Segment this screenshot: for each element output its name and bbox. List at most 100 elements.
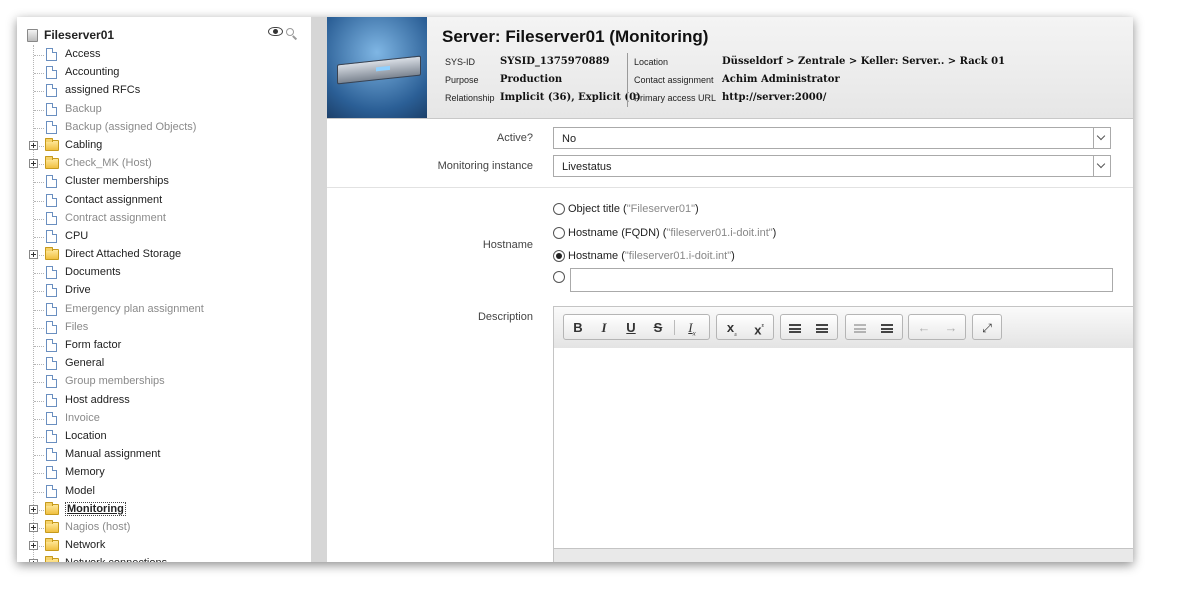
tree-item-label[interactable]: Location [65, 430, 107, 442]
folder-icon [45, 247, 59, 261]
eye-icon[interactable] [268, 27, 283, 36]
active-select[interactable]: No [553, 127, 1111, 149]
tree-item[interactable]: Contract assignment [17, 210, 307, 228]
tree-item[interactable]: Location [17, 428, 307, 446]
subscript-icon[interactable]: x₂ [722, 319, 742, 338]
tree-item[interactable]: Check_MK (Host) [17, 155, 307, 173]
tree-item-label[interactable]: Network [65, 539, 105, 551]
tree-item-label[interactable]: Memory [65, 466, 105, 478]
tree-item[interactable]: Monitoring [17, 501, 307, 519]
tree-item[interactable]: Accounting [17, 64, 307, 82]
tree-item[interactable]: Form factor [17, 337, 307, 355]
bold-icon[interactable]: B [568, 319, 588, 337]
expand-icon[interactable] [29, 541, 38, 551]
undo-icon[interactable]: ← [914, 319, 934, 337]
underline-icon[interactable]: U [621, 319, 641, 337]
tree-item-label[interactable]: Form factor [65, 339, 121, 351]
tree-item[interactable]: General [17, 355, 307, 373]
tree-item[interactable]: Cluster memberships [17, 173, 307, 191]
tree-item[interactable]: CPU [17, 228, 307, 246]
italic-icon[interactable]: I [594, 319, 614, 337]
tree-item[interactable]: Manual assignment [17, 446, 307, 464]
tree-item[interactable]: Backup [17, 101, 307, 119]
redo-icon[interactable]: → [941, 319, 961, 337]
tree-item[interactable]: Invoice [17, 410, 307, 428]
tree-item-label[interactable]: Documents [65, 266, 121, 278]
pane-splitter[interactable] [311, 17, 327, 562]
tree-item-label[interactable]: Drive [65, 284, 91, 296]
magnifier-icon[interactable] [286, 27, 294, 36]
tree-item-label[interactable]: Contract assignment [65, 212, 166, 224]
tree-item[interactable]: Drive [17, 282, 307, 300]
tree-item-label[interactable]: Model [65, 485, 95, 497]
tree-item[interactable]: Network [17, 537, 307, 555]
tree-item-label[interactable]: Contact assignment [65, 194, 162, 206]
tree-item-label[interactable]: Monitoring [65, 501, 126, 516]
tree-item[interactable]: Model [17, 483, 307, 501]
description-textarea[interactable] [554, 348, 1133, 548]
expand-icon[interactable] [29, 504, 38, 514]
tree-item-label[interactable]: CPU [65, 230, 88, 242]
hostname-option-custom[interactable] [553, 269, 568, 285]
expand-icon[interactable] [29, 250, 38, 260]
tree-item-label[interactable]: Cabling [65, 139, 102, 151]
custom-hostname-input[interactable] [570, 268, 1113, 292]
hostname-option-fqdn[interactable]: Hostname (FQDN) (" fileserver01.i-doit.in… [553, 225, 776, 241]
meta-value[interactable]: http://server:2000/ [722, 89, 826, 107]
tree-item[interactable]: Emergency plan assignment [17, 301, 307, 319]
tree-item-label[interactable]: Nagios (host) [65, 521, 130, 533]
tree-item-label[interactable]: Host address [65, 394, 130, 406]
expand-icon[interactable] [29, 159, 38, 169]
remove-format-icon[interactable]: Ix [682, 319, 702, 338]
expand-icon[interactable] [29, 140, 38, 150]
tree-item[interactable]: Host address [17, 392, 307, 410]
tree-item[interactable]: Backup (assigned Objects) [17, 119, 307, 137]
bulleted-list-icon[interactable] [813, 319, 833, 337]
chevron-down-icon[interactable] [1093, 156, 1110, 176]
tree-item-label[interactable]: Backup (assigned Objects) [65, 121, 196, 133]
tree-item[interactable]: Network connections [17, 555, 307, 562]
strikethrough-icon[interactable]: S [648, 319, 668, 337]
tree-item-label[interactable]: Access [65, 48, 100, 60]
tree-item[interactable]: assigned RFCs [17, 82, 307, 100]
tree-root[interactable]: Fileserver01 [27, 27, 114, 43]
hostname-option-hostname[interactable]: Hostname (" fileserver01.i-doit.int ") [553, 248, 735, 264]
superscript-icon[interactable]: x² [749, 319, 769, 337]
tree-item-label[interactable]: Group memberships [65, 375, 165, 387]
tree-item[interactable]: Documents [17, 264, 307, 282]
numbered-list-icon[interactable] [786, 319, 806, 337]
radio-button[interactable] [553, 271, 565, 283]
tree-item[interactable]: Direct Attached Storage [17, 246, 307, 264]
decrease-indent-icon[interactable] [851, 319, 871, 337]
tree-item-label[interactable]: Check_MK (Host) [65, 157, 152, 169]
tree-item[interactable]: Access [17, 46, 307, 64]
increase-indent-icon[interactable] [878, 319, 898, 337]
hostname-option-object-title[interactable]: Object title (" Fileserver01 ") [553, 201, 699, 217]
tree-item-label[interactable]: Invoice [65, 412, 100, 424]
radio-button-selected[interactable] [553, 250, 565, 262]
tree-item-label[interactable]: Direct Attached Storage [65, 248, 181, 260]
tree-item-label[interactable]: General [65, 357, 104, 369]
tree-item-label[interactable]: Cluster memberships [65, 175, 169, 187]
expand-icon[interactable] [29, 559, 38, 562]
tree-item-label[interactable]: Manual assignment [65, 448, 160, 460]
tree-item[interactable]: Files [17, 319, 307, 337]
radio-button[interactable] [553, 203, 565, 215]
tree-item-label[interactable]: Accounting [65, 66, 119, 78]
chevron-down-icon[interactable] [1093, 128, 1110, 148]
tree-item-label[interactable]: Backup [65, 103, 102, 115]
tree-item-label[interactable]: assigned RFCs [65, 84, 140, 96]
tree-item-label[interactable]: Emergency plan assignment [65, 303, 204, 315]
document-icon [46, 375, 57, 389]
expand-icon[interactable] [29, 522, 38, 532]
radio-button[interactable] [553, 227, 565, 239]
tree-item[interactable]: Memory [17, 464, 307, 482]
tree-item[interactable]: Contact assignment [17, 192, 307, 210]
maximize-icon[interactable]: ⤢ [977, 319, 997, 337]
tree-item-label[interactable]: Network connections [65, 557, 167, 562]
tree-item[interactable]: Cabling [17, 137, 307, 155]
instance-select[interactable]: Livestatus [553, 155, 1111, 177]
tree-item[interactable]: Group memberships [17, 373, 307, 391]
tree-item-label[interactable]: Files [65, 321, 88, 333]
tree-item[interactable]: Nagios (host) [17, 519, 307, 537]
